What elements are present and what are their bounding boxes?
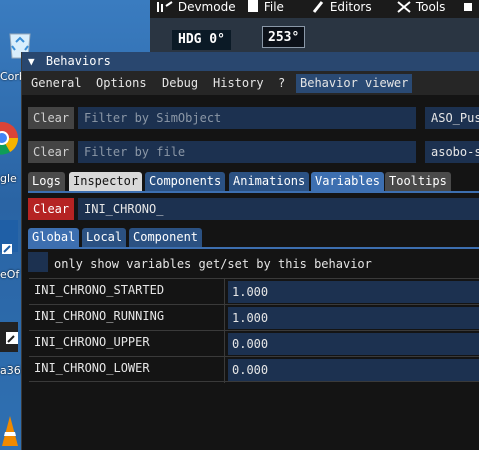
table-row: INI_CHRONO_UPPER 0.000 <box>29 330 479 357</box>
devmode-label: Devmode <box>177 0 236 14</box>
devmode-icon <box>157 1 173 12</box>
table-row: INI_CHRONO_RUNNING 1.000 <box>29 304 479 331</box>
desktop-label-app: eOf <box>0 268 20 281</box>
vlc-icon[interactable] <box>0 412 20 450</box>
variable-search-input[interactable]: INI_CHRONO_ <box>78 198 479 220</box>
clear-file-filter-button[interactable]: Clear <box>28 141 75 163</box>
column-divider <box>224 305 225 331</box>
media-file-icon[interactable] <box>0 318 20 358</box>
sim-toolbar-end <box>464 0 474 18</box>
scope-tab-component[interactable]: Component <box>129 228 203 247</box>
tab-logs[interactable]: Logs <box>28 172 65 191</box>
variable-value-input[interactable]: 0.000 <box>228 359 479 381</box>
menu-bar: General Options Debug History ? Behavior… <box>22 71 479 95</box>
variable-value-input[interactable]: 0.000 <box>228 333 479 355</box>
window-title: Behaviors <box>45 54 111 68</box>
variable-name: INI_CHRONO_UPPER <box>34 335 150 349</box>
editors-label: Editors <box>329 0 372 14</box>
menu-general[interactable]: General <box>27 74 86 93</box>
editors-menu[interactable]: Editors <box>312 0 372 18</box>
simobject-select[interactable]: ASO_Pus <box>425 107 479 129</box>
behaviors-window: ▼ Behaviors General Options Debug Histor… <box>21 52 479 450</box>
tab-inspector[interactable]: Inspector <box>69 172 143 191</box>
scope-tab-underline <box>28 247 479 249</box>
file-icon <box>248 0 258 12</box>
devmode-menu[interactable]: Devmode <box>156 0 236 18</box>
variable-value-input[interactable]: 1.000 <box>228 281 479 303</box>
tab-components[interactable]: Components <box>145 172 226 191</box>
clear-variable-search-button[interactable]: Clear <box>28 198 75 220</box>
heading-indicator: 253° <box>262 26 306 48</box>
table-row: INI_CHRONO_LOWER 0.000 <box>29 356 479 383</box>
menu-options[interactable]: Options <box>92 74 151 93</box>
menu-behavior-viewer[interactable]: Behavior viewer <box>296 74 413 93</box>
desktop-label-chrome: gle <box>0 172 17 185</box>
tab-tooltips[interactable]: Tooltips <box>385 172 451 191</box>
variable-value-input[interactable]: 1.000 <box>228 307 479 329</box>
window-titlebar[interactable]: ▼ Behaviors <box>22 52 479 71</box>
scope-tab-global[interactable]: Global <box>28 228 80 247</box>
tab-underline <box>28 191 479 193</box>
pencil-icon <box>312 1 324 13</box>
collapse-triangle-icon[interactable]: ▼ <box>28 55 35 68</box>
hdg-readout: HDG 0° <box>172 30 231 50</box>
only-show-behavior-vars-label: only show variables get/set by this beha… <box>54 257 372 271</box>
menu-debug[interactable]: Debug <box>158 74 202 93</box>
file-menu[interactable]: File <box>246 0 284 18</box>
clear-simobject-filter-button[interactable]: Clear <box>28 107 75 129</box>
variable-name: INI_CHRONO_LOWER <box>34 361 150 375</box>
simobject-filter-input[interactable]: Filter by SimObject <box>78 107 416 129</box>
variable-name: INI_CHRONO_RUNNING <box>34 309 165 323</box>
menu-history[interactable]: History <box>209 74 268 93</box>
table-row: INI_CHRONO_STARTED 1.000 <box>29 278 479 305</box>
tools-label: Tools <box>415 0 446 14</box>
menu-help[interactable]: ? <box>274 74 289 93</box>
scope-tab-local[interactable]: Local <box>82 228 127 247</box>
column-divider <box>224 279 225 305</box>
file-select[interactable]: asobo-s <box>425 141 479 163</box>
only-show-behavior-vars-checkbox[interactable] <box>28 252 48 272</box>
chrome-icon[interactable] <box>0 120 20 160</box>
column-divider <box>224 331 225 357</box>
tab-variables[interactable]: Variables <box>311 172 385 191</box>
tools-menu[interactable]: Tools <box>396 0 445 18</box>
variable-name: INI_CHRONO_STARTED <box>34 283 165 297</box>
app-shortcut-icon[interactable] <box>0 218 20 258</box>
file-filter-input[interactable]: Filter by file <box>78 141 416 163</box>
file-label: File <box>263 0 284 14</box>
tab-animations[interactable]: Animations <box>229 172 310 191</box>
column-divider <box>224 357 225 383</box>
desktop-label-media: a36 <box>0 364 21 377</box>
wrench-icon <box>397 1 411 13</box>
